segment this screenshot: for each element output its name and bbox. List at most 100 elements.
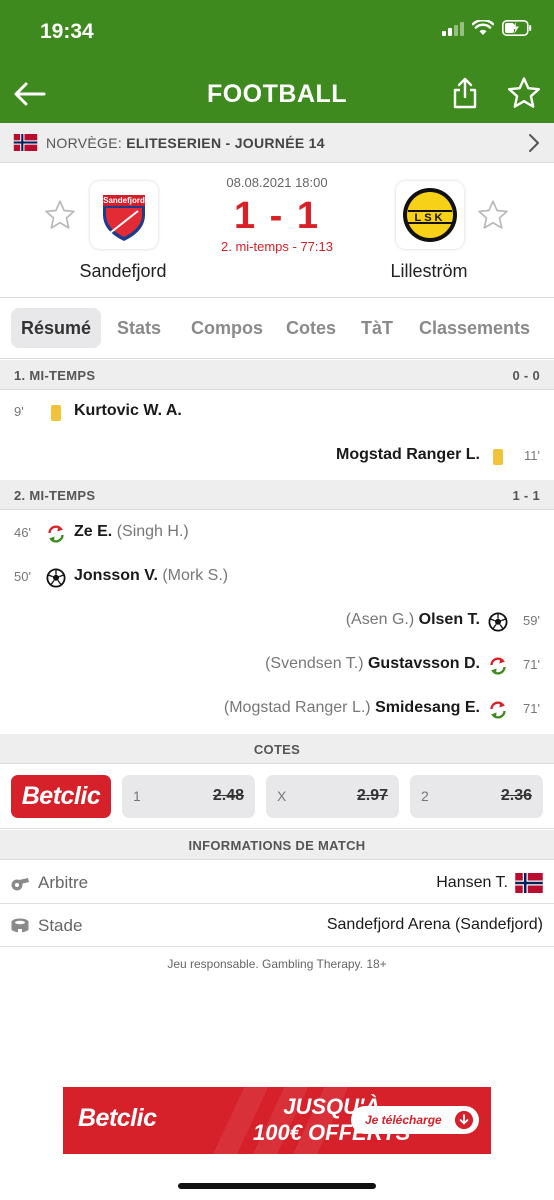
event-row[interactable]: 59' (Asen G.) Olsen T. xyxy=(0,600,554,644)
tab-resume[interactable]: Résumé xyxy=(11,308,102,348)
event-player[interactable]: Ze E. xyxy=(74,523,112,540)
first-half-score: 0 - 0 xyxy=(512,368,540,383)
favorite-star-icon[interactable] xyxy=(506,76,542,110)
odds-value: 2.97 xyxy=(356,787,388,804)
cellular-signal-icon xyxy=(442,21,464,36)
event-player[interactable]: Mogstad Ranger L. xyxy=(336,446,480,463)
norway-flag-icon xyxy=(13,134,38,151)
odds-key: 2 xyxy=(421,788,429,804)
title-bar: FOOTBALL xyxy=(0,66,554,123)
event-minute: 9' xyxy=(14,404,24,419)
betclic-logo-button[interactable]: Betclic xyxy=(11,775,111,818)
substitution-icon xyxy=(490,701,506,719)
event-row[interactable]: 46' Ze E. (Singh H.) xyxy=(0,512,554,556)
event-row[interactable]: 71' (Mogstad Ranger L.) Smidesang E. xyxy=(0,688,554,732)
league-label: NORVÈGE: ELITESERIEN - JOURNÉE 14 xyxy=(46,135,325,151)
stadium-row: Stade Sandefjord Arena (Sandefjord) xyxy=(0,904,554,947)
stadium-value: Sandefjord Arena (Sandefjord) xyxy=(326,916,543,933)
status-icons xyxy=(442,20,532,36)
app-header: 19:34 FOOTBALL xyxy=(0,0,554,123)
odds-value: 2.36 xyxy=(500,787,532,804)
ad-download-button[interactable]: Je télécharge xyxy=(351,1106,479,1134)
referee-name: Hansen T. xyxy=(436,874,508,891)
event-minute: 50' xyxy=(14,569,31,584)
event-extra[interactable]: (Mork S.) xyxy=(162,567,228,584)
goal-ball-icon xyxy=(46,568,66,588)
stadium-icon xyxy=(11,918,29,933)
whistle-icon xyxy=(11,878,29,891)
event-minute: 59' xyxy=(523,613,540,628)
away-favorite-star-icon[interactable] xyxy=(476,198,510,232)
tab-compos[interactable]: Compos xyxy=(181,308,273,348)
event-row[interactable]: 50' Jonsson V. (Mork S.) xyxy=(0,556,554,600)
status-bar: 19:34 xyxy=(0,0,554,66)
substitution-icon xyxy=(48,525,64,543)
event-player[interactable]: Gustavsson D. xyxy=(368,655,480,672)
match-score: 1 - 1 xyxy=(233,195,321,237)
referee-value: Hansen T. xyxy=(436,873,543,893)
away-team-crest[interactable]: LSK xyxy=(396,181,464,249)
event-text: (Asen G.) Olsen T. xyxy=(346,611,480,629)
yellow-card-icon xyxy=(493,449,503,465)
odds-row: Betclic 1 2.48 X 2.97 2 2.36 xyxy=(0,765,554,829)
status-time: 19:34 xyxy=(40,20,94,43)
second-half-score: 1 - 1 xyxy=(512,488,540,503)
referee-row: Arbitre Hansen T. xyxy=(0,861,554,904)
ad-cta-label: Je télécharge xyxy=(365,1113,442,1127)
odds-key: 1 xyxy=(133,788,141,804)
tab-cotes[interactable]: Cotes xyxy=(276,308,346,348)
battery-charging-icon xyxy=(502,20,532,36)
event-text: Mogstad Ranger L. xyxy=(336,446,480,464)
odds-value: 2.48 xyxy=(212,787,244,804)
betclic-ad-banner[interactable]: Betclic JUSQU'À 100€ OFFERTS Je téléchar… xyxy=(63,1087,491,1154)
responsible-gambling-disclaimer[interactable]: Jeu responsable. Gambling Therapy. 18+ xyxy=(0,957,554,971)
tab-bar: Résumé Stats Compos Cotes TàT Classement… xyxy=(0,297,554,359)
odds-button-draw[interactable]: X 2.97 xyxy=(266,775,399,818)
event-extra[interactable]: (Singh H.) xyxy=(117,523,189,540)
lsk-logo: LSK xyxy=(403,188,457,242)
first-half-header: 1. MI-TEMPS 0 - 0 xyxy=(0,360,554,390)
league-competition: ELITESERIEN - JOURNÉE 14 xyxy=(126,134,325,151)
match-info-title: INFORMATIONS DE MATCH xyxy=(188,838,366,853)
tab-classements[interactable]: Classements xyxy=(409,308,540,348)
stadium-label: Stade xyxy=(38,916,83,935)
match-header: Sandefjord Sandefjord 08.08.2021 18:00 1… xyxy=(0,163,554,297)
home-indicator[interactable] xyxy=(178,1183,376,1189)
chevron-right-icon[interactable] xyxy=(528,133,540,153)
yellow-card-icon xyxy=(51,405,61,421)
event-extra[interactable]: (Mogstad Ranger L.) xyxy=(224,699,371,716)
referee-label: Arbitre xyxy=(38,873,89,892)
event-row[interactable]: 71' (Svendsen T.) Gustavsson D. xyxy=(0,644,554,688)
match-date: 08.08.2021 18:00 xyxy=(226,175,328,190)
odds-button-home[interactable]: 1 2.48 xyxy=(122,775,255,818)
wifi-icon xyxy=(472,20,494,35)
second-half-label: 2. MI-TEMPS xyxy=(14,488,96,503)
second-half-header: 2. MI-TEMPS 1 - 1 xyxy=(0,480,554,510)
event-minute: 71' xyxy=(523,701,540,716)
event-minute: 71' xyxy=(523,657,540,672)
event-player[interactable]: Olsen T. xyxy=(419,611,480,628)
league-country: NORVÈGE: xyxy=(46,134,123,151)
event-player[interactable]: Kurtovic W. A. xyxy=(74,402,182,419)
substitution-icon xyxy=(490,657,506,675)
event-text: Jonsson V. (Mork S.) xyxy=(74,567,228,585)
share-icon[interactable] xyxy=(450,76,480,110)
event-text: (Mogstad Ranger L.) Smidesang E. xyxy=(224,699,480,717)
norway-flag-icon xyxy=(515,873,543,893)
goal-ball-icon xyxy=(488,612,508,632)
away-team-name[interactable]: Lilleström xyxy=(349,261,509,282)
league-bar[interactable]: NORVÈGE: ELITESERIEN - JOURNÉE 14 xyxy=(0,123,554,163)
event-extra[interactable]: (Asen G.) xyxy=(346,611,414,628)
event-row[interactable]: 11' Mogstad Ranger L. xyxy=(0,435,554,479)
event-row[interactable]: 9' Kurtovic W. A. xyxy=(0,391,554,435)
event-player[interactable]: Smidesang E. xyxy=(375,699,480,716)
home-team-name[interactable]: Sandefjord xyxy=(43,261,203,282)
tab-tat[interactable]: TàT xyxy=(351,308,403,348)
odds-button-away[interactable]: 2 2.36 xyxy=(410,775,543,818)
ad-brand: Betclic xyxy=(78,1104,157,1132)
event-text: Ze E. (Singh H.) xyxy=(74,523,189,541)
event-extra[interactable]: (Svendsen T.) xyxy=(265,655,363,672)
odds-title: COTES xyxy=(253,742,301,757)
tab-stats[interactable]: Stats xyxy=(107,308,171,348)
event-player[interactable]: Jonsson V. xyxy=(74,567,158,584)
